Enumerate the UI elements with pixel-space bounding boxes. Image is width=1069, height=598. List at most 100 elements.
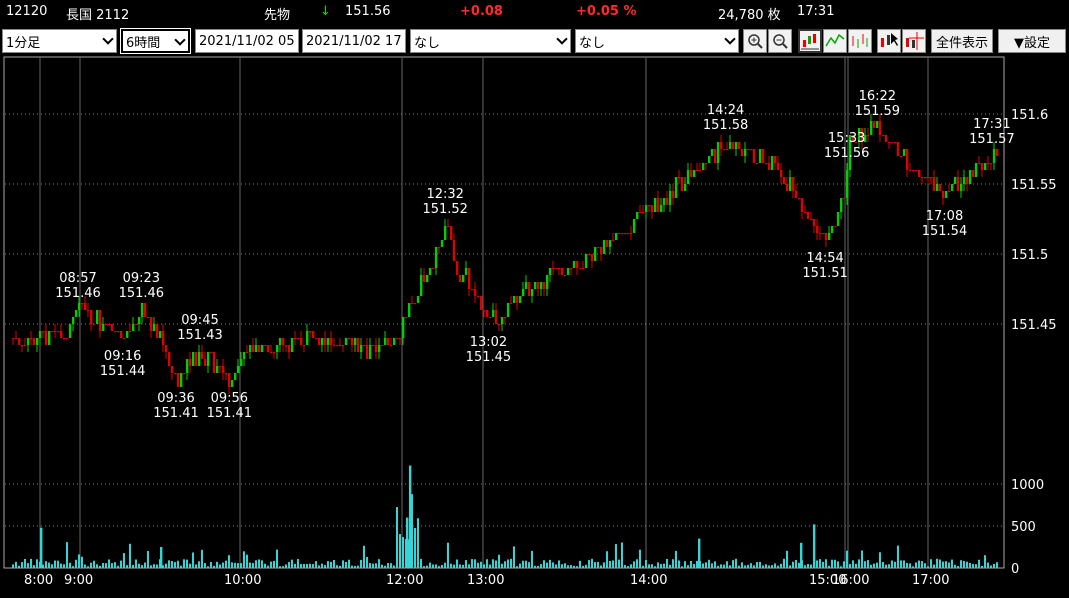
candle-body xyxy=(969,170,972,184)
date-to-input[interactable]: 2021/11/02 17 xyxy=(302,29,406,53)
volume-bar xyxy=(597,561,599,568)
volume-bar xyxy=(489,564,491,568)
candle-body xyxy=(534,282,537,289)
candle-body xyxy=(570,268,573,270)
annotation-price: 151.46 xyxy=(119,286,165,301)
candle-body xyxy=(621,233,624,235)
candle-body xyxy=(945,191,948,198)
volume-bar xyxy=(291,559,293,568)
candle-body xyxy=(93,324,96,326)
volume-bar xyxy=(406,517,409,568)
candle-body xyxy=(63,338,66,340)
candle-body xyxy=(342,345,345,347)
zoom-out-button[interactable] xyxy=(768,29,792,53)
volume-bar xyxy=(831,559,833,568)
volume-bar xyxy=(921,561,923,568)
candle-body xyxy=(18,338,21,345)
candle-body xyxy=(801,198,804,212)
candle-body xyxy=(564,275,567,277)
span-select[interactable]: 6時間 xyxy=(121,29,190,53)
candle-body xyxy=(198,352,201,366)
price-chart[interactable]: 151.6 151.55 151.5 151.45 1000 500 0 8:00 9:00 10… xyxy=(0,55,1069,598)
candle-body xyxy=(711,149,714,156)
volume-bar xyxy=(696,560,698,568)
volume-bar xyxy=(849,564,851,568)
volume-bar xyxy=(609,560,611,568)
volume-bar xyxy=(168,560,170,568)
bar-chart-button[interactable] xyxy=(848,29,872,53)
candle-body xyxy=(378,345,381,352)
candle-body xyxy=(96,310,99,324)
candle-body xyxy=(561,268,564,275)
candle-body xyxy=(705,163,708,165)
candle-body xyxy=(837,212,840,226)
volume-bar xyxy=(189,563,191,568)
candle-body xyxy=(507,303,510,317)
volume-bar xyxy=(372,563,374,568)
candle-body xyxy=(822,233,825,235)
candle-body xyxy=(924,177,927,179)
candle-body xyxy=(513,296,516,303)
volume-bar xyxy=(615,544,617,568)
volume-bar xyxy=(618,559,620,568)
volume-bar xyxy=(417,518,419,568)
down-arrow-icon: ↓ xyxy=(320,4,331,19)
candle-body xyxy=(447,226,450,228)
volume-bar xyxy=(453,564,455,568)
volume-bar xyxy=(414,527,416,568)
candle-body xyxy=(138,317,141,324)
candle-body xyxy=(519,296,522,303)
annotation-price: 151.46 xyxy=(55,286,101,301)
candle-body xyxy=(276,345,279,352)
annotation-time: 17:31 xyxy=(973,117,1010,132)
candle-body xyxy=(261,345,264,352)
candle-body xyxy=(798,198,801,200)
volume-bar xyxy=(255,560,257,568)
crosshair-button[interactable] xyxy=(902,29,926,53)
volume-bar xyxy=(156,564,158,568)
cursor-button[interactable] xyxy=(877,29,901,53)
candle-body xyxy=(816,226,819,233)
date-to-value: 2021/11/02 17 xyxy=(306,33,402,49)
volume-bar xyxy=(993,563,995,568)
volume-bar xyxy=(48,562,50,568)
last-price: 151.56 xyxy=(345,4,391,19)
volume-bar xyxy=(426,565,428,568)
volume-bar xyxy=(522,560,524,568)
volume-bar xyxy=(33,565,35,568)
interval-select[interactable]: 1分足 xyxy=(2,29,117,53)
candle-body xyxy=(270,352,273,354)
settings-button[interactable]: ▼設定 xyxy=(998,29,1066,53)
indicator-select-2[interactable]: なし xyxy=(575,29,739,53)
candle-body xyxy=(30,338,33,340)
candle-body xyxy=(966,177,969,184)
volume-bar xyxy=(177,560,179,568)
indicator-select-1[interactable]: なし xyxy=(410,29,571,53)
zoom-in-button[interactable] xyxy=(743,29,767,53)
volume-bar xyxy=(813,524,816,568)
volume-bar xyxy=(318,565,320,568)
candle-body xyxy=(552,268,555,270)
date-from-input[interactable]: 2021/11/02 05 xyxy=(195,29,299,53)
volume-bar xyxy=(753,565,755,568)
volume-bar xyxy=(423,566,425,568)
candle-body xyxy=(351,338,354,345)
volume-bar xyxy=(390,563,392,568)
volume-bar xyxy=(800,542,803,568)
candle-body xyxy=(807,212,810,219)
show-all-button[interactable]: 全件表示 xyxy=(931,29,993,53)
volume-bar xyxy=(795,559,797,568)
volume-bar xyxy=(528,562,530,568)
candle-body xyxy=(297,338,300,340)
volume-bar xyxy=(534,565,536,568)
candle-chart-button[interactable] xyxy=(798,29,822,53)
volume-bar xyxy=(702,563,704,568)
volume-bar xyxy=(834,559,836,568)
annotation-price: 151.41 xyxy=(207,406,253,421)
candle-body xyxy=(729,142,732,149)
candle-body xyxy=(840,198,843,212)
annotation-time: 17:08 xyxy=(926,209,963,224)
line-chart-button[interactable] xyxy=(823,29,847,53)
volume-bar xyxy=(642,565,644,568)
candle-body xyxy=(108,324,111,326)
